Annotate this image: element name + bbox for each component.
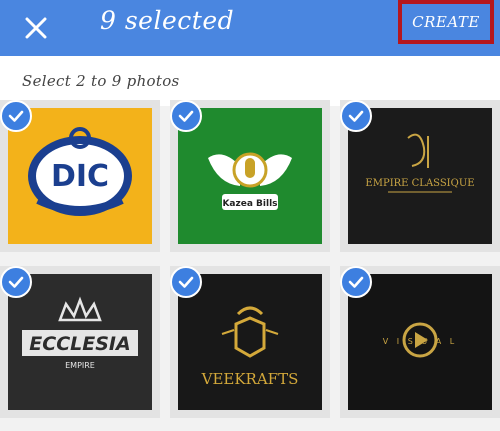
- check-icon: [178, 276, 194, 288]
- check-icon: [8, 110, 24, 122]
- selected-check[interactable]: [340, 266, 372, 298]
- veekrafts-logo: VEEKRAFTS: [201, 306, 299, 388]
- photo-tile-kazea-bills[interactable]: Kazea Bills: [170, 100, 330, 252]
- instruction-text: Select 2 to 9 photos: [22, 72, 180, 90]
- selected-check[interactable]: [0, 266, 32, 298]
- selected-check[interactable]: [340, 100, 372, 132]
- instruction-bar: Select 2 to 9 photos: [0, 56, 500, 106]
- selected-check[interactable]: [0, 100, 32, 132]
- svg-text:ECCLESIA: ECCLESIA: [29, 333, 130, 355]
- check-icon: [178, 110, 194, 122]
- photo-tile-visual[interactable]: V I S U A L: [340, 266, 500, 418]
- ecclesia-logo: ECCLESIA EMPIRE: [22, 296, 138, 370]
- photo-tile-empire-classique[interactable]: EMPIRE CLASSIQUE: [340, 100, 500, 252]
- svg-text:VEEKRAFTS: VEEKRAFTS: [201, 370, 299, 388]
- photo-tile-dic[interactable]: DIC: [0, 100, 160, 252]
- photo-tile-veekrafts[interactable]: VEEKRAFTS: [170, 266, 330, 418]
- close-button[interactable]: [18, 10, 54, 46]
- photo-thumbnail: DIC: [8, 108, 152, 244]
- selected-check[interactable]: [170, 100, 202, 132]
- dic-logo: DIC: [28, 127, 132, 216]
- svg-text:Kazea Bills: Kazea Bills: [222, 199, 277, 209]
- selected-check[interactable]: [170, 266, 202, 298]
- photo-thumbnail: ECCLESIA EMPIRE: [8, 274, 152, 410]
- svg-text:EMPIRE: EMPIRE: [65, 361, 95, 370]
- check-icon: [348, 276, 364, 288]
- photo-thumbnail: Kazea Bills: [178, 108, 322, 244]
- close-icon: [25, 17, 47, 39]
- photo-thumbnail: VEEKRAFTS: [178, 274, 322, 410]
- kazea-bills-logo: Kazea Bills: [208, 152, 292, 210]
- check-icon: [348, 110, 364, 122]
- photo-tile-ecclesia[interactable]: ECCLESIA EMPIRE: [0, 266, 160, 418]
- check-icon: [8, 276, 24, 288]
- empire-classique-logo: EMPIRE CLASSIQUE: [365, 133, 475, 193]
- selection-count-title: 9 selected: [100, 6, 235, 35]
- photo-thumbnail: EMPIRE CLASSIQUE: [348, 108, 492, 244]
- photo-grid: DIC Kazea Bills EMPIRE CLASSIQUE ECCLESI…: [0, 100, 500, 431]
- svg-text:DIC: DIC: [51, 159, 109, 194]
- create-button[interactable]: CREATE: [398, 0, 494, 44]
- svg-text:EMPIRE CLASSIQUE: EMPIRE CLASSIQUE: [365, 178, 474, 189]
- photo-thumbnail: V I S U A L: [348, 274, 492, 410]
- visual-logo: V I S U A L: [383, 322, 457, 358]
- app-bar: 9 selected CREATE: [0, 0, 500, 56]
- svg-text:V I S U A L: V I S U A L: [383, 337, 457, 346]
